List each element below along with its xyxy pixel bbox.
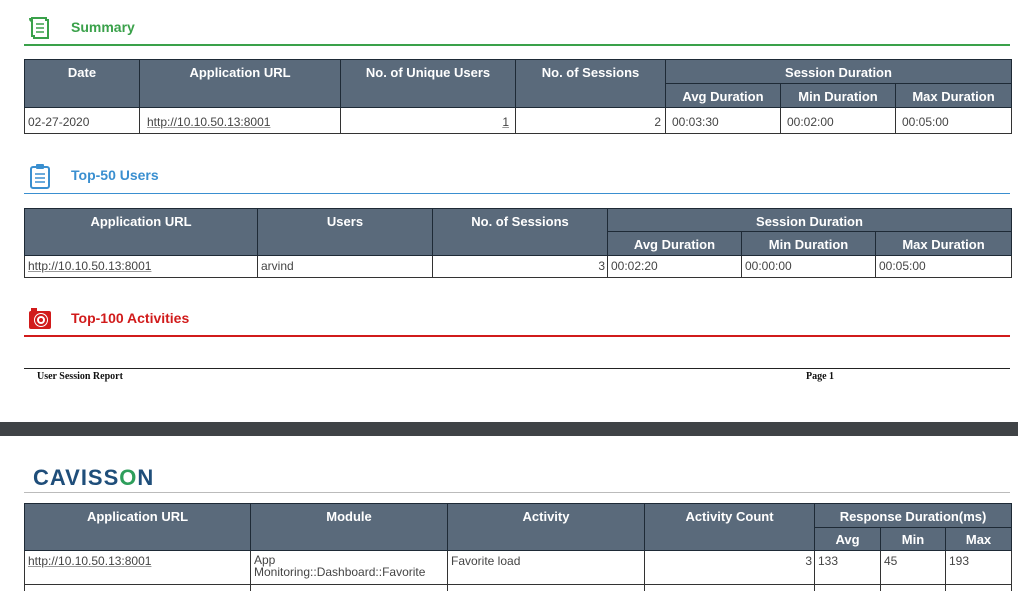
summary-cell-sessions: 2 bbox=[515, 107, 666, 134]
scroll-document-icon bbox=[29, 17, 49, 39]
users-header-url: Application URL bbox=[24, 208, 258, 256]
activities-cell-max: 193 bbox=[944, 550, 1013, 585]
summary-header-sessions: No. of Sessions bbox=[515, 59, 666, 108]
users-header-sessions: No. of Sessions bbox=[432, 208, 608, 256]
users-cell-min: 00:00:00 bbox=[741, 255, 876, 278]
report-page-1: Summary Date Application URL No. of Uniq… bbox=[0, 0, 1018, 422]
summary-rule bbox=[24, 44, 1010, 46]
summary-table: Date Application URL No. of Unique Users… bbox=[24, 59, 1012, 134]
activities-header-max: Max bbox=[944, 527, 1013, 551]
footer-divider bbox=[24, 368, 1010, 369]
users-header-min: Min Duration bbox=[741, 231, 876, 256]
users-header-session-duration: Session Duration bbox=[607, 208, 1012, 232]
summary-title: Summary bbox=[71, 19, 135, 35]
activities-table: Application URL Module Activity Activity… bbox=[24, 503, 1013, 591]
cavisson-logo: CAVISSON bbox=[33, 465, 155, 490]
top-users-table: Application URL Users No. of Sessions Se… bbox=[24, 208, 1012, 278]
users-cell-max: 00:05:00 bbox=[875, 255, 1012, 278]
activities-header-activity: Activity bbox=[447, 503, 645, 551]
top-users-rule bbox=[24, 193, 1010, 194]
summary-header-unique-users: No. of Unique Users bbox=[340, 59, 516, 108]
summary-header-avg: Avg Duration bbox=[665, 83, 781, 108]
clipboard-icon bbox=[30, 164, 50, 189]
summary-cell-avg: 00:03:30 bbox=[665, 107, 781, 134]
summary-header-date: Date bbox=[24, 59, 140, 108]
summary-cell-max: 00:05:00 bbox=[895, 107, 1012, 134]
summary-header-min: Min Duration bbox=[780, 83, 896, 108]
film-reel-icon bbox=[29, 308, 51, 329]
users-cell-sessions: 3 bbox=[432, 255, 608, 278]
users-header-users: Users bbox=[257, 208, 433, 256]
top-activities-title: Top-100 Activities bbox=[71, 310, 190, 326]
users-header-max: Max Duration bbox=[875, 231, 1012, 256]
activities-cell-min: 45 bbox=[880, 550, 946, 585]
report-page-2: CAVISSON Application URL Module Activity… bbox=[0, 436, 1018, 591]
table-row: http://10.10.50.13:8001 App Monitoring::D… bbox=[24, 550, 1013, 585]
table-row bbox=[24, 584, 1013, 591]
activities-cell-activity: Favorite load bbox=[447, 550, 645, 585]
summary-unique-users-link[interactable]: 1 bbox=[502, 115, 509, 129]
users-cell-user: arvind bbox=[257, 255, 433, 278]
summary-cell-date: 02-27-2020 bbox=[24, 107, 140, 134]
logo-rule bbox=[24, 492, 1010, 493]
users-cell-avg: 00:02:20 bbox=[607, 255, 742, 278]
top-users-section-header: Top-50 Users bbox=[24, 160, 1010, 194]
summary-cell-min: 00:02:00 bbox=[780, 107, 896, 134]
table-row: 02-27-2020 http://10.10.50.13:8001 1 2 0… bbox=[24, 107, 1012, 134]
users-header-avg: Avg Duration bbox=[607, 231, 742, 256]
page-separator bbox=[0, 422, 1018, 436]
summary-url-link[interactable]: http://10.10.50.13:8001 bbox=[147, 115, 270, 129]
top-activities-rule bbox=[24, 335, 1010, 337]
summary-header-url: Application URL bbox=[139, 59, 341, 108]
activities-header-response: Response Duration(ms) bbox=[813, 503, 1013, 528]
users-url-link[interactable]: http://10.10.50.13:8001 bbox=[28, 259, 151, 273]
summary-header-max: Max Duration bbox=[895, 83, 1012, 108]
activities-cell-count: 3 bbox=[644, 550, 815, 585]
summary-section-header: Summary bbox=[24, 12, 1010, 46]
footer-page-number: Page 1 bbox=[806, 371, 835, 382]
activities-header-min: Min bbox=[880, 527, 946, 551]
activities-cell-module: App Monitoring::Dashboard::Favorite bbox=[250, 550, 448, 585]
footer-report-name: User Session Report bbox=[37, 371, 123, 382]
table-row: http://10.10.50.13:8001 arvind 3 00:02:2… bbox=[24, 255, 1012, 278]
activities-url-link[interactable]: http://10.10.50.13:8001 bbox=[28, 554, 151, 568]
activities-cell-avg: 133 bbox=[814, 550, 881, 585]
activities-header-module: Module bbox=[250, 503, 448, 551]
top-activities-section-header: Top-100 Activities bbox=[24, 303, 1010, 337]
activities-header-url: Application URL bbox=[24, 503, 251, 551]
summary-header-session-duration: Session Duration bbox=[665, 59, 1012, 84]
activities-header-count: Activity Count bbox=[644, 503, 815, 551]
top-users-title: Top-50 Users bbox=[71, 167, 159, 183]
activities-header-avg: Avg bbox=[814, 527, 881, 551]
